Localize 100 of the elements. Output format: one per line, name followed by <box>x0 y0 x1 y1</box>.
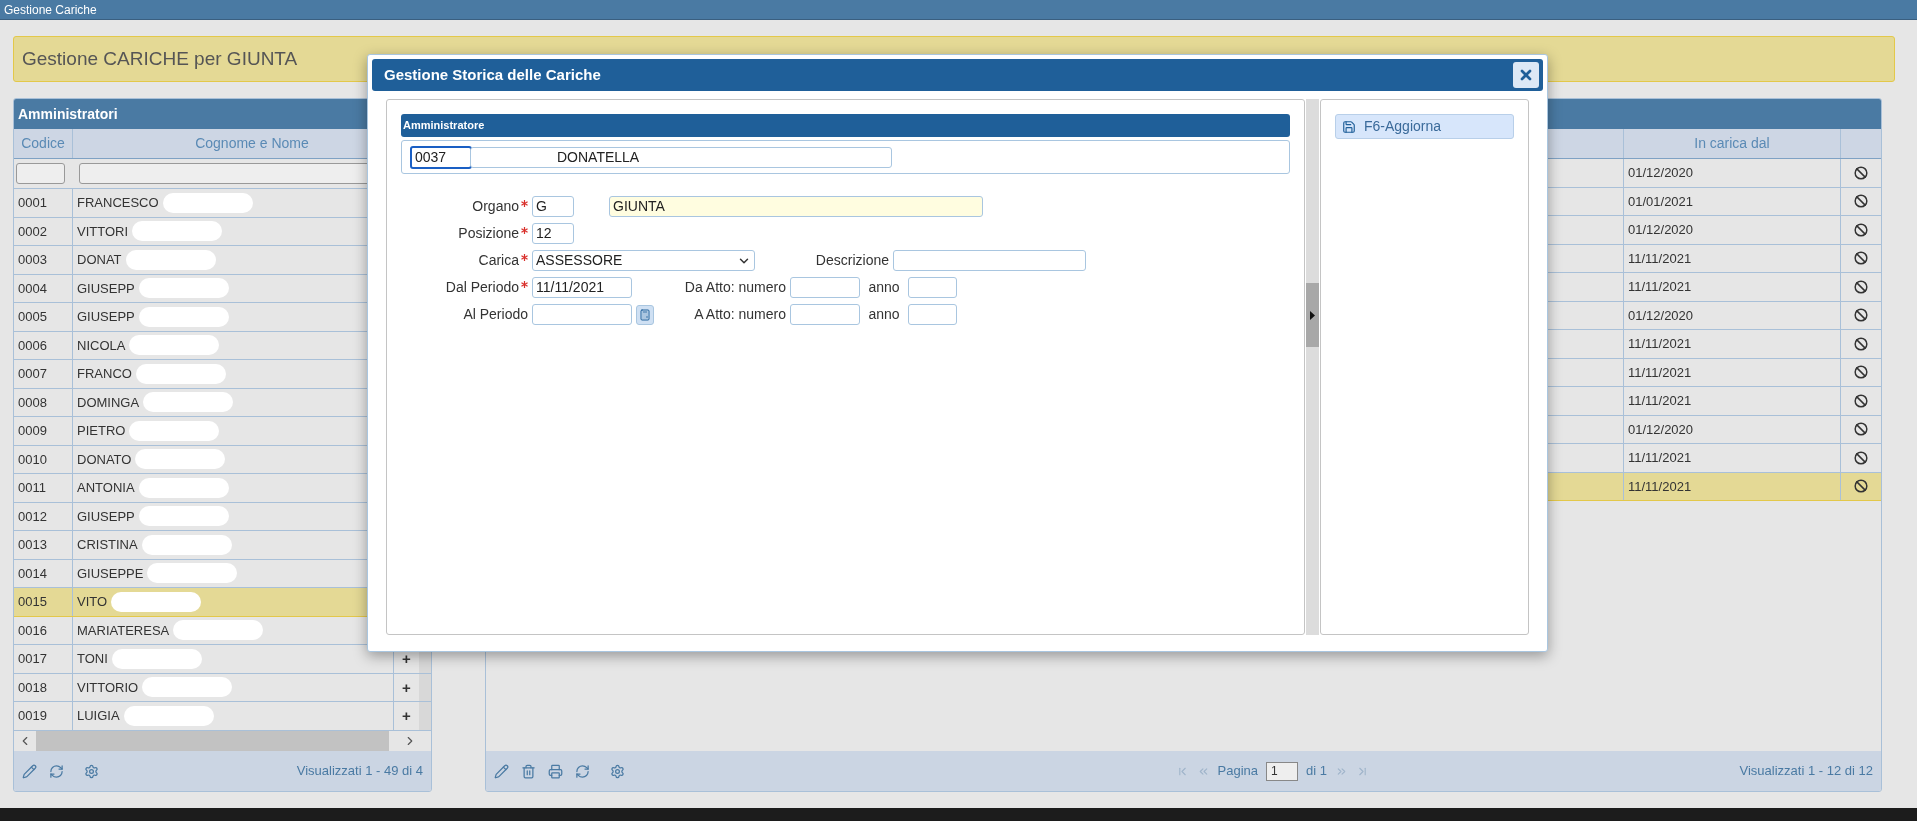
table-cell-text: FRANCO <box>77 365 132 383</box>
disable-icon[interactable] <box>1854 450 1868 465</box>
table-cell-text: 0019 <box>18 707 47 725</box>
disable-icon[interactable] <box>1854 194 1868 209</box>
add-button[interactable]: + <box>402 708 411 724</box>
table-cell-text: 0001 <box>18 194 47 212</box>
edit-icon[interactable] <box>494 763 509 779</box>
refresh-icon[interactable] <box>575 763 590 779</box>
table-cell-text: 0007 <box>18 365 47 383</box>
disable-icon[interactable] <box>1854 251 1868 266</box>
table-cell-text: GIUSEPPE <box>77 564 144 583</box>
panel-title: Amministratori <box>18 104 118 124</box>
table-cell-text: 01/01/2021 <box>1628 192 1694 211</box>
table-cell-text: TONI <box>77 650 108 668</box>
field-label: anno <box>868 305 900 324</box>
table-cell-text: 0014 <box>18 564 47 583</box>
page-field[interactable]: 1 <box>1266 761 1299 781</box>
disable-icon[interactable] <box>1854 336 1868 351</box>
refresh-icon[interactable] <box>49 763 64 779</box>
table-cell-text: 11/11/2021 <box>1628 449 1692 467</box>
section-title: Amministratore <box>403 118 485 134</box>
disable-icon[interactable] <box>1854 222 1868 237</box>
calendar-button[interactable] <box>636 304 654 325</box>
input-field[interactable]: GIUNTA <box>609 196 983 217</box>
table-cell-text: 0003 <box>18 251 47 269</box>
close-icon <box>1518 67 1534 83</box>
table-cell-text: 0013 <box>18 536 47 554</box>
field-label: Al Periodo <box>463 305 528 324</box>
edit-icon[interactable] <box>22 763 37 779</box>
save-icon <box>1342 119 1356 134</box>
table-cell-text: DONATO <box>77 450 132 469</box>
table-cell-text: DOMINGA <box>77 393 140 412</box>
input-field[interactable] <box>893 250 1086 271</box>
field-label: Descrizione <box>815 251 889 270</box>
table-cell-text: 0004 <box>18 279 47 298</box>
add-button[interactable]: + <box>402 651 411 667</box>
table-cell-text: FRANCESCO <box>77 194 159 212</box>
table-cell-text: GIUSEPP <box>77 507 135 526</box>
disable-icon[interactable] <box>1854 479 1868 494</box>
update-button[interactable]: F6-Aggiorna <box>1335 114 1514 139</box>
table-cell-text: MARIATERESA <box>77 621 170 640</box>
disable-icon[interactable] <box>1854 393 1868 408</box>
table-cell-text: ANTONIA <box>77 479 135 497</box>
input-field[interactable]: 12 <box>532 223 574 244</box>
table-cell-text: 0016 <box>18 621 47 640</box>
select-field[interactable]: ASSESSORE <box>532 250 755 271</box>
field-label: Dal Periodo <box>445 278 519 297</box>
table-cell-text: 01/12/2020 <box>1628 306 1694 325</box>
print-icon[interactable] <box>548 763 563 779</box>
table-cell-text: 0018 <box>18 678 47 697</box>
input-field[interactable] <box>908 277 957 298</box>
table-cell-text: CRISTINA <box>77 536 138 554</box>
page-title: Gestione CARICHE per GIUNTA <box>22 46 298 71</box>
table-cell-text: 11/11/2021 <box>1628 392 1692 410</box>
table-cell-text: 0017 <box>18 650 47 668</box>
dialog-title: Gestione Storica delle Cariche <box>384 64 601 85</box>
table-cell-text: VITTORIO <box>77 678 139 697</box>
table-row[interactable]: 0019 LUIGIA + <box>14 702 431 731</box>
code-field[interactable]: 0037 <box>410 145 472 169</box>
table-cell-text: 0010 <box>18 450 47 469</box>
table-row[interactable]: 0017 TONI + <box>14 645 431 674</box>
window-title: Gestione Cariche <box>4 1 97 19</box>
disable-icon[interactable] <box>1854 165 1868 180</box>
table-cell-text: 0008 <box>18 393 47 412</box>
table-cell-text: GIUSEPP <box>77 308 135 326</box>
input-field[interactable] <box>908 304 957 325</box>
table-row[interactable]: 0018 VITTORIO + <box>14 673 431 702</box>
table-cell-text: 0011 <box>18 479 46 497</box>
table-cell-text: 01/12/2020 <box>1628 164 1694 182</box>
expand-arrow-icon[interactable] <box>1310 310 1315 320</box>
field-label: Posizione <box>458 224 519 243</box>
close-button[interactable] <box>1513 62 1539 88</box>
record-count: Visualizzati 1 - 12 di 12 <box>1739 762 1873 781</box>
table-cell-text: 0006 <box>18 336 47 355</box>
disable-icon[interactable] <box>1854 308 1868 323</box>
delete-icon[interactable] <box>521 763 536 779</box>
input-field[interactable]: 11/11/2021 <box>532 277 632 298</box>
table-cell-text: 0005 <box>18 308 47 326</box>
input-field[interactable] <box>532 304 632 325</box>
input-field[interactable] <box>790 277 860 298</box>
field-label: anno <box>868 278 900 297</box>
table-cell-text: 11/11/2021 <box>1628 335 1692 353</box>
disable-icon[interactable] <box>1854 422 1868 437</box>
settings-icon[interactable] <box>84 763 99 779</box>
disable-icon[interactable] <box>1854 365 1868 380</box>
settings-icon[interactable] <box>610 763 625 779</box>
table-cell-text: NICOLA <box>77 336 126 355</box>
table-cell-text: 01/12/2020 <box>1628 420 1694 439</box>
input-field[interactable]: G <box>532 196 574 217</box>
field-label: Da Atto: numero <box>684 278 786 297</box>
filter-field[interactable] <box>16 163 65 184</box>
table-cell-text: 11/11/2021 <box>1628 278 1692 296</box>
field-label: A Atto: numero <box>694 305 786 324</box>
add-button[interactable]: + <box>402 679 411 695</box>
input-field[interactable] <box>790 304 860 325</box>
table-cell-text: LUIGIA <box>77 707 120 725</box>
table-cell-text: 11/11/2021 <box>1628 363 1692 382</box>
name-field[interactable]: DONATELLA <box>470 146 892 168</box>
disable-icon[interactable] <box>1854 279 1868 294</box>
record-count: Visualizzati 1 - 49 di 4 <box>296 762 423 781</box>
